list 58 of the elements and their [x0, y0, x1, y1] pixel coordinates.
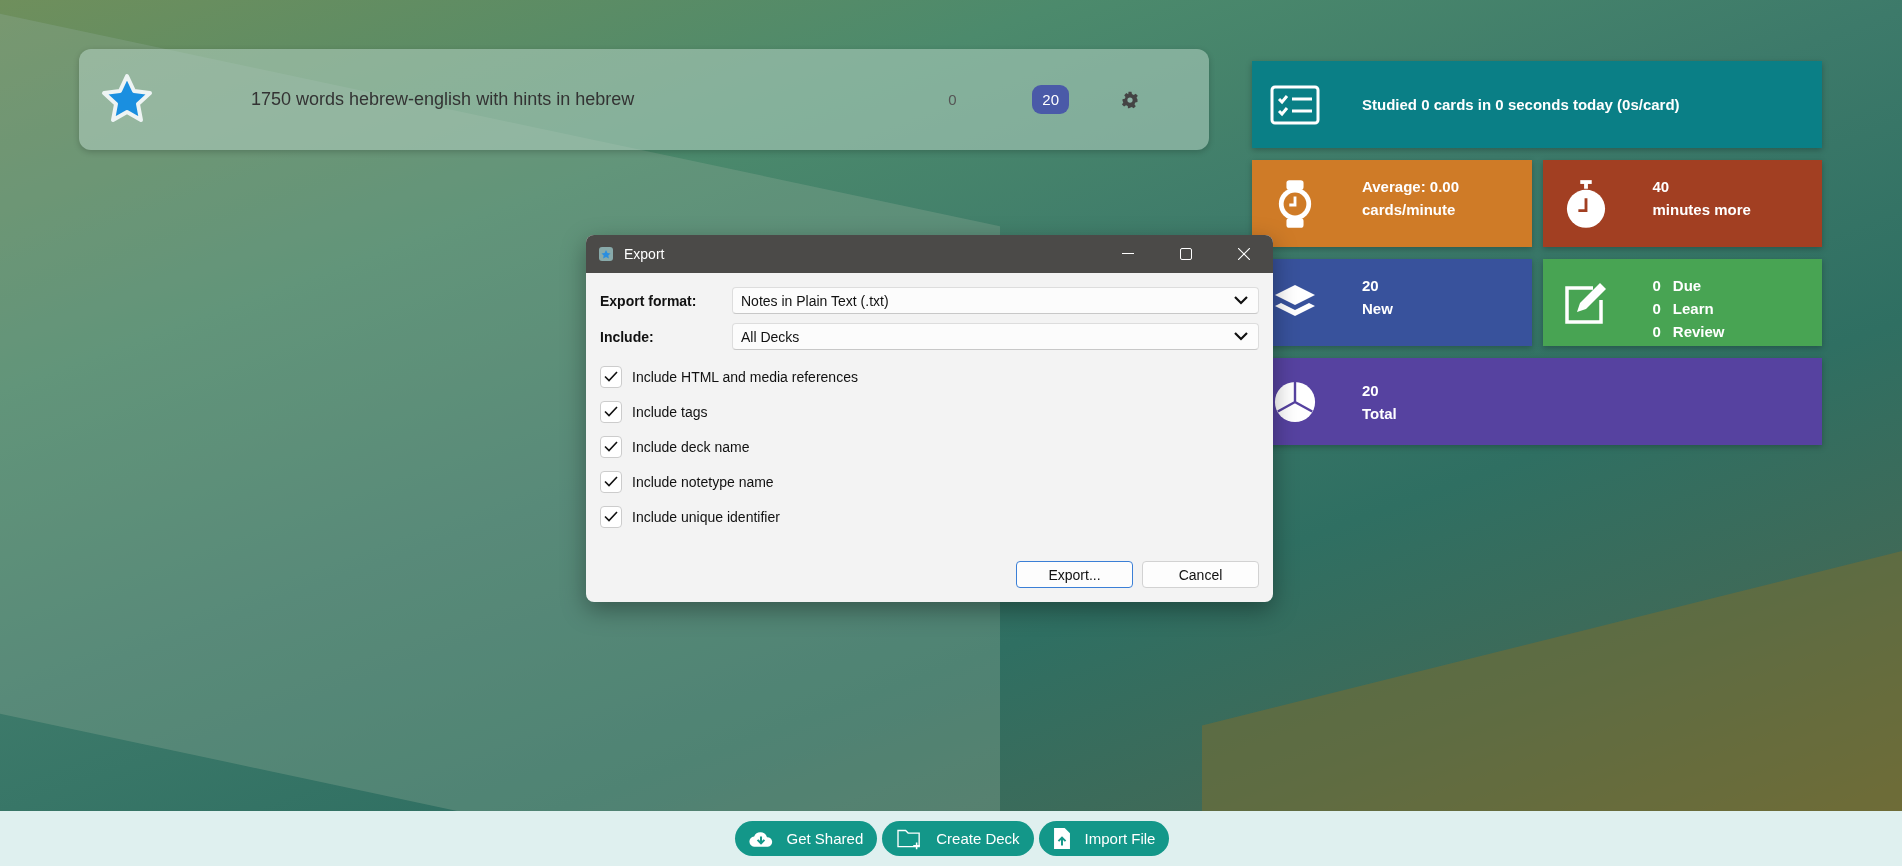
check-icon	[604, 371, 618, 382]
check-icon	[604, 441, 618, 452]
checkbox[interactable]	[600, 400, 622, 423]
stat-label: Due	[1672, 277, 1702, 294]
dialog-button[interactable]: Cancel	[1142, 561, 1259, 588]
checklist-icon	[1270, 84, 1320, 125]
close-icon	[1238, 248, 1250, 260]
stat-count: 0	[1652, 300, 1661, 317]
checkbox[interactable]	[600, 365, 622, 388]
deck-row[interactable]: 1750 words hebrew-english with hints in hebrew 0 20	[79, 49, 1209, 150]
stat-text: Total	[1362, 404, 1397, 422]
checkbox[interactable]	[600, 435, 622, 458]
checkbox-label: Include HTML and media references	[632, 368, 858, 385]
maximize-icon	[1180, 248, 1192, 260]
field-label: Export format:	[600, 292, 698, 309]
stat-label: Learn	[1672, 300, 1714, 317]
cloud-download-icon	[748, 829, 773, 848]
file-upload-icon	[1052, 827, 1071, 850]
stat-count: 0	[1652, 323, 1661, 340]
stat-text: 20	[1362, 277, 1380, 294]
checkbox-label: Include deck name	[632, 438, 750, 455]
folder-plus-icon	[896, 827, 923, 850]
stat-text: minutes more	[1652, 201, 1751, 218]
checkbox-label: Include tags	[632, 403, 708, 420]
stat-label: Review	[1672, 323, 1725, 340]
dropdown[interactable]: All Decks	[732, 323, 1259, 350]
new-count: 20	[1032, 85, 1069, 114]
window-title: Export	[624, 246, 665, 262]
app-icon	[598, 246, 614, 262]
chevron-down-icon	[1234, 296, 1248, 305]
watch-icon	[1276, 178, 1314, 229]
check-icon	[604, 406, 618, 417]
pie-chart-icon	[1273, 379, 1317, 424]
minimize-icon	[1122, 253, 1134, 255]
dropdown[interactable]: Notes in Plain Text (.txt)	[732, 287, 1259, 314]
stat-text: 40	[1652, 178, 1671, 195]
stat-text: 20	[1362, 381, 1380, 399]
action-button[interactable]: Import File	[1038, 821, 1170, 856]
stat-text: cards/minute	[1362, 201, 1457, 218]
deck-name[interactable]: 1750 words hebrew-english with hints in hebrew	[251, 89, 933, 110]
stat-text: New	[1362, 300, 1393, 317]
field-label: Include:	[600, 328, 655, 345]
check-icon	[604, 476, 618, 487]
action-button[interactable]: Get Shared	[734, 821, 878, 856]
stat-text: Studied 0 cards in 0 seconds today (0s/card)	[1362, 96, 1680, 113]
dialog-button[interactable]: Export...	[1016, 561, 1133, 588]
check-icon	[604, 511, 618, 522]
checkbox-label: Include notetype name	[632, 473, 774, 490]
settings-icon[interactable]	[1121, 90, 1139, 109]
checkbox-label: Include unique identifier	[632, 508, 780, 525]
due-count: 0	[947, 91, 958, 108]
checkbox[interactable]	[600, 505, 622, 528]
stat-text: Average: 0.00	[1362, 178, 1459, 195]
checkbox[interactable]	[600, 470, 622, 493]
stat-count: 0	[1652, 277, 1661, 294]
stopwatch-icon	[1564, 178, 1607, 229]
action-button[interactable]: Create Deck	[882, 821, 1034, 856]
chevron-down-icon	[1234, 332, 1248, 341]
